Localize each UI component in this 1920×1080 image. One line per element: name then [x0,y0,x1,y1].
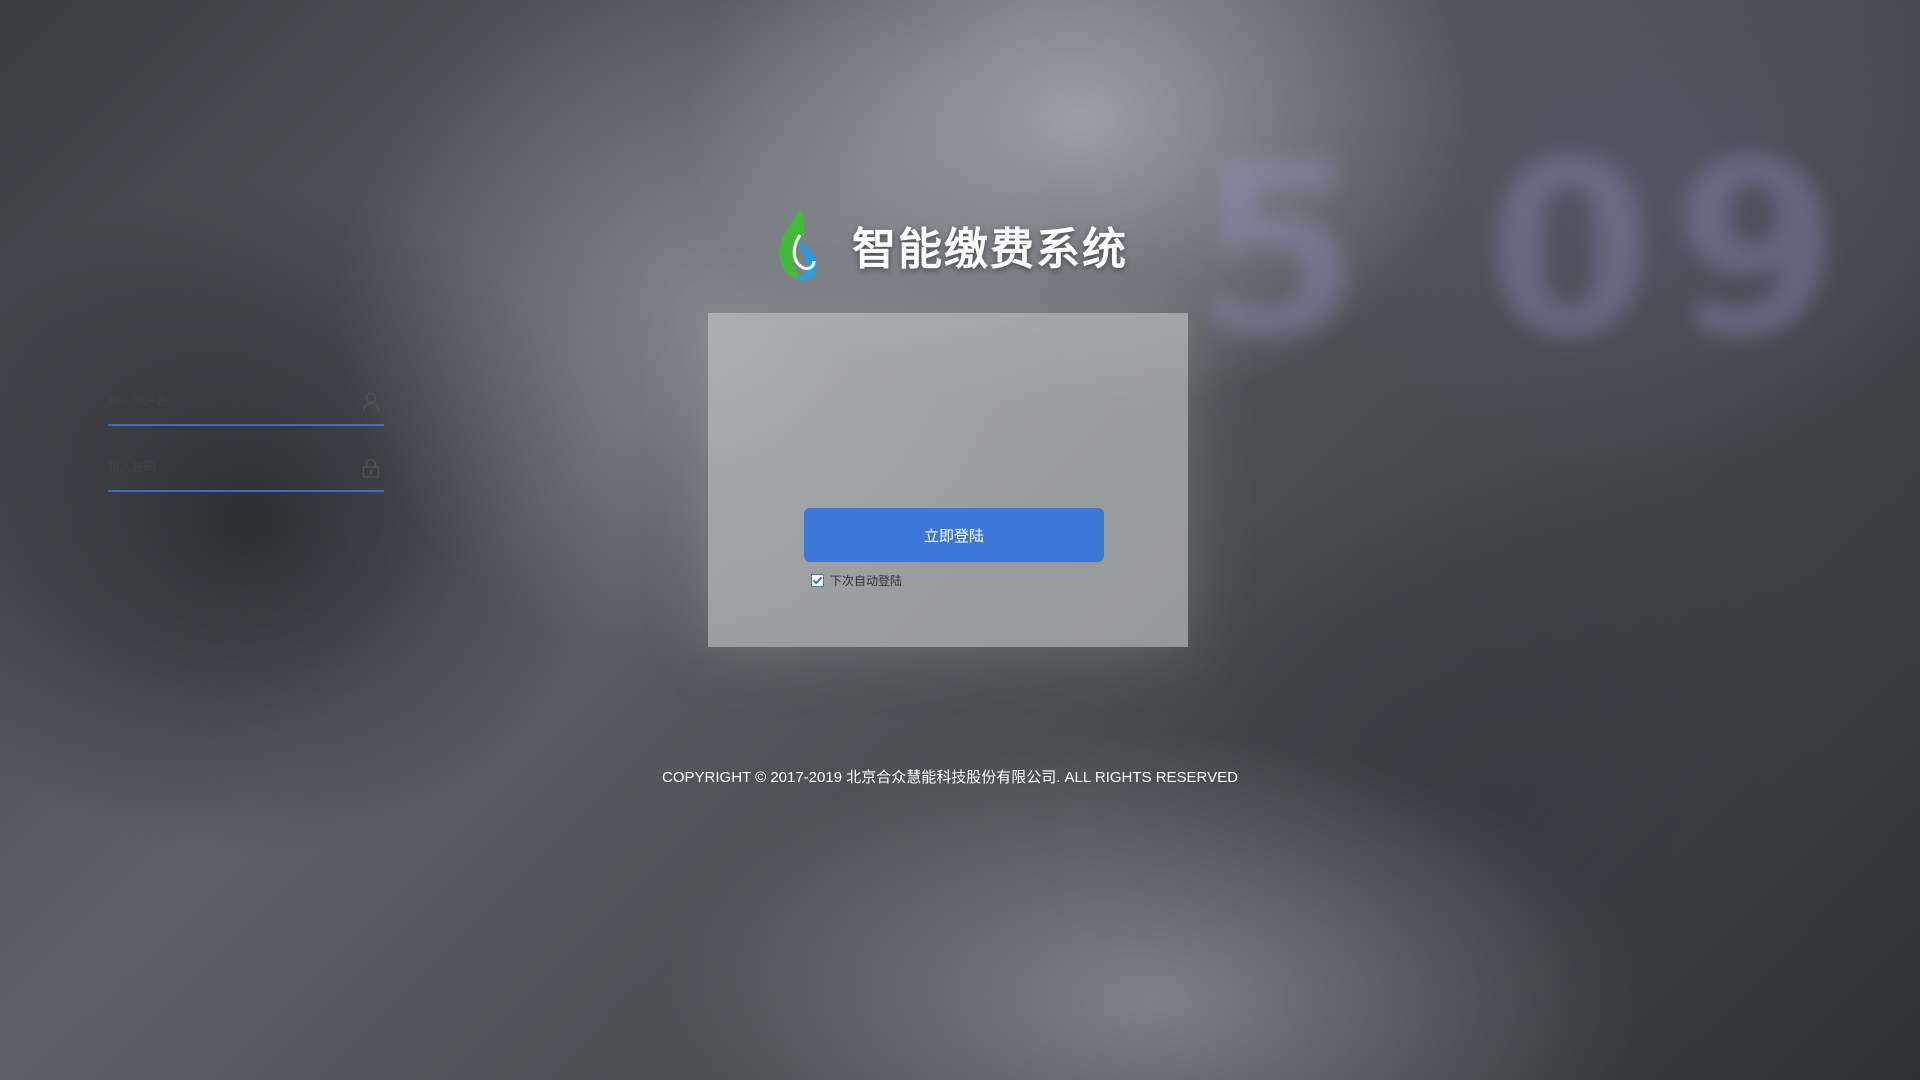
app-title: 智能缴费系统 [852,224,1128,275]
remember-me-label: 下次自动登陆 [830,574,903,588]
login-button[interactable]: 立即登陆 [804,508,1104,562]
password-input[interactable] [108,454,338,480]
lock-icon [362,458,380,478]
copyright-footer: COPYRIGHT © 2017-2019 北京合众慧能科技股份有限公司. AL… [662,769,1238,786]
user-icon [362,392,380,412]
login-panel [708,313,1188,647]
app-header: 智能缴费系统 [770,205,1128,285]
password-field-container [108,446,384,492]
remember-me[interactable]: 下次自动登陆 [811,572,902,589]
leaf-drop-logo-icon [778,209,817,281]
background-decoration: 5 09 [1195,110,1860,390]
username-input[interactable] [108,388,338,414]
username-field-container [108,380,384,426]
checkbox-icon[interactable] [811,574,824,587]
